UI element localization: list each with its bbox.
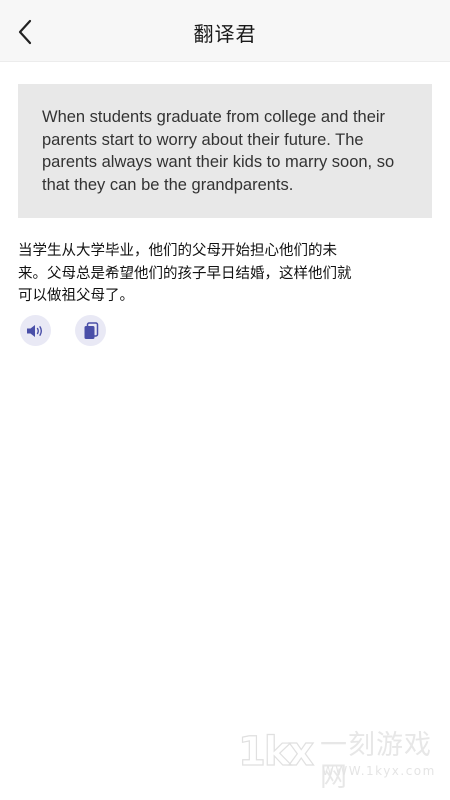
source-text: When students graduate from college and … xyxy=(42,108,395,194)
watermark-logo: 1kx xyxy=(237,729,314,775)
speaker-icon xyxy=(26,324,42,337)
watermark: 1kx 一刻游戏网 WWW.1kyx.com xyxy=(237,728,448,793)
copy-icon xyxy=(84,321,98,339)
copy-button[interactable] xyxy=(75,315,106,346)
app-header: 翻译君 xyxy=(0,0,450,62)
source-text-panel: When students graduate from college and … xyxy=(18,84,432,218)
translation-text: 当学生从大学毕业，他们的父母开始担心他们的未来。父母总是希望他们的孩子早日结婚，… xyxy=(18,243,352,304)
watermark-url: WWW.1kyx.com xyxy=(322,764,436,778)
speak-button[interactable] xyxy=(20,315,51,346)
page-title: 翻译君 xyxy=(193,22,257,46)
watermark-name: 一刻游戏网 xyxy=(320,730,432,793)
